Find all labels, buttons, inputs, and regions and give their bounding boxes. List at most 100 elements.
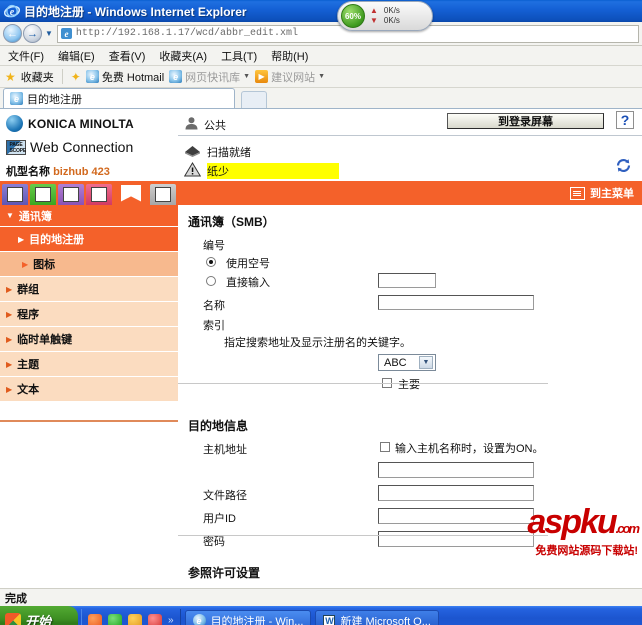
tab-icon-4[interactable] xyxy=(86,184,112,205)
word-icon: W xyxy=(323,614,336,625)
menu-item-help[interactable]: 帮助(H) xyxy=(271,48,308,64)
menu-item-favorites[interactable]: 收藏夹(A) xyxy=(159,48,207,64)
index-hint: 指定搜索地址及显示注册名的关键字。 xyxy=(224,337,411,349)
tab-icon-6[interactable] xyxy=(150,184,176,205)
taskbar-item-word[interactable]: W 新建 Microsoft O... xyxy=(315,609,439,625)
sidebar-item-subject[interactable]: ▶ 主题 xyxy=(0,352,178,377)
back-arrow-icon[interactable]: ← xyxy=(3,24,22,43)
index-select-value: ABC xyxy=(384,356,407,369)
forward-arrow-icon[interactable]: → xyxy=(23,24,42,43)
sidebar-item-label: 目的地注册 xyxy=(29,234,85,246)
index-label: 索引 xyxy=(203,320,225,332)
form-section-title: 通讯簿（SMB） xyxy=(188,215,275,229)
tab-icon-3[interactable] xyxy=(58,184,84,205)
chevron-down-icon[interactable]: ▼ xyxy=(45,29,53,38)
sidebar-item-group[interactable]: ▶ 群组 xyxy=(0,277,178,302)
caret-right-icon: ▶ xyxy=(6,284,13,294)
sidebar-item-temporary-one-touch[interactable]: ▶ 临时单触键 xyxy=(0,327,178,352)
sidebar-item-address-book[interactable]: ▼ 通讯簿 xyxy=(0,205,178,227)
user-label: 公共 xyxy=(204,119,226,132)
file-path-label: 文件路径 xyxy=(203,490,247,502)
product-name: Web Connection xyxy=(30,139,134,155)
tab-icon-5-bookmark[interactable] xyxy=(114,181,148,205)
destination-section-title: 目的地信息 xyxy=(188,419,249,433)
sidebar-item-icon[interactable]: ▶ 图标 xyxy=(0,252,178,277)
status-line-paper: 纸少 xyxy=(183,161,642,180)
sidebar-item-destination-registration[interactable]: ▶ 目的地注册 xyxy=(0,227,178,252)
favorites-star-icon[interactable]: ★ xyxy=(5,70,16,84)
sidebar-item-label: 通讯簿 xyxy=(18,210,52,223)
favbar-item-suggested-sites[interactable]: ▶ 建议网站 ▼ xyxy=(255,69,325,85)
tab-icon-1-glyph xyxy=(7,187,23,202)
tab-icon-2-glyph xyxy=(35,187,51,202)
tab-icon-3-glyph xyxy=(63,187,79,202)
caret-right-icon: ▶ xyxy=(6,334,13,344)
menu-item-tools[interactable]: 工具(T) xyxy=(221,48,257,64)
ie-badge-icon: e xyxy=(169,70,183,83)
orange-badge-icon: ▶ xyxy=(255,70,269,83)
caret-down-icon: ▼ xyxy=(6,211,14,220)
permission-section-title: 参照许可设置 xyxy=(188,566,261,580)
favorites-label[interactable]: 收藏夹 xyxy=(21,69,54,85)
file-path-input[interactable] xyxy=(378,485,534,501)
number-manual-radio[interactable] xyxy=(206,276,216,286)
taskbar-item-ie[interactable]: e 目的地注册 - Win... xyxy=(184,609,312,625)
number-manual-label: 直接输入 xyxy=(226,277,270,289)
number-input[interactable] xyxy=(378,273,436,288)
windows-taskbar: 开始 » e 目的地注册 - Win... W 新建 Microsoft O..… xyxy=(0,606,642,625)
name-input[interactable] xyxy=(378,295,534,310)
network-rates: ▲ 0K/s ▼ 0K/s xyxy=(370,6,400,26)
main-menu-button[interactable]: 到主菜单 xyxy=(570,185,634,201)
browser-window: e 目的地注册 - Windows Internet Explorer 60% … xyxy=(0,0,642,625)
host-name-checkbox[interactable] xyxy=(380,442,390,452)
host-address-input[interactable] xyxy=(378,462,534,478)
tab-icon-1[interactable] xyxy=(2,184,28,205)
upload-arrow-icon: ▲ xyxy=(370,6,378,15)
refresh-icon[interactable] xyxy=(615,157,632,179)
sidebar-item-label: 图标 xyxy=(33,259,56,271)
password-input[interactable] xyxy=(378,531,534,547)
sidebar-item-program[interactable]: ▶ 程序 xyxy=(0,302,178,327)
new-tab-button[interactable] xyxy=(241,91,267,108)
quicklaunch-icon-4[interactable] xyxy=(148,613,162,625)
model-row: 机型名称 bizhub 423 xyxy=(6,163,178,179)
quicklaunch-icon-3[interactable] xyxy=(128,613,142,625)
menu-item-file[interactable]: 文件(F) xyxy=(8,48,44,64)
device-status-list: 扫描就绪 纸少 xyxy=(178,136,642,180)
caret-right-icon: ▶ xyxy=(18,234,25,244)
pagescope-logo: PAGE SCOPE Web Connection xyxy=(6,139,178,155)
form-divider xyxy=(178,383,548,384)
tab-icon-4-glyph xyxy=(91,187,107,202)
sidebar-item-label: 群组 xyxy=(17,284,40,296)
sidebar-item-text[interactable]: ▶ 文本 xyxy=(0,377,178,402)
network-meter-widget[interactable]: 60% ▲ 0K/s ▼ 0K/s xyxy=(337,1,433,31)
warning-icon xyxy=(183,161,202,180)
browser-tab-active[interactable]: e 目的地注册 xyxy=(3,88,235,108)
browser-status-bar: 完成 xyxy=(0,588,642,606)
login-screen-button[interactable]: 到登录屏幕 xyxy=(447,113,604,129)
quicklaunch-icon-2[interactable] xyxy=(108,613,122,625)
start-button[interactable]: 开始 xyxy=(0,606,78,625)
model-value: bizhub 423 xyxy=(53,166,110,178)
index-select[interactable]: ABC ▼ xyxy=(378,354,436,371)
tab-strip: e 目的地注册 xyxy=(0,88,642,109)
window-titlebar: e 目的地注册 - Windows Internet Explorer 60% … xyxy=(0,0,642,31)
form-panel: 通讯簿（SMB） 编号 使用空号 直接输入 名称 索引 指定搜索地址及显示注册名… xyxy=(178,205,642,580)
favbar-item-webslices[interactable]: e 网页快讯库 ▼ xyxy=(169,69,250,85)
chevron-down-icon[interactable]: ▼ xyxy=(243,73,250,80)
number-auto-radio[interactable] xyxy=(206,257,216,267)
user-id-input[interactable] xyxy=(378,508,534,524)
window-title: 目的地注册 - Windows Internet Explorer xyxy=(24,4,247,19)
svg-text:e: e xyxy=(10,7,15,18)
quicklaunch-more-icon[interactable]: » xyxy=(168,615,174,625)
add-favorite-icon[interactable]: ✦ xyxy=(71,70,81,84)
menu-item-edit[interactable]: 编辑(E) xyxy=(58,48,95,64)
upload-rate: 0K/s xyxy=(383,6,400,15)
address-text: http://192.168.1.17/wcd/abbr_edit.xml xyxy=(75,28,298,39)
help-button[interactable]: ? xyxy=(616,111,634,129)
menu-item-view[interactable]: 查看(V) xyxy=(109,48,146,64)
quicklaunch-icon-1[interactable] xyxy=(88,613,102,625)
tab-icon-2[interactable] xyxy=(30,184,56,205)
favbar-item-hotmail[interactable]: e 免费 Hotmail xyxy=(85,69,164,85)
chevron-down-icon[interactable]: ▼ xyxy=(318,73,325,80)
